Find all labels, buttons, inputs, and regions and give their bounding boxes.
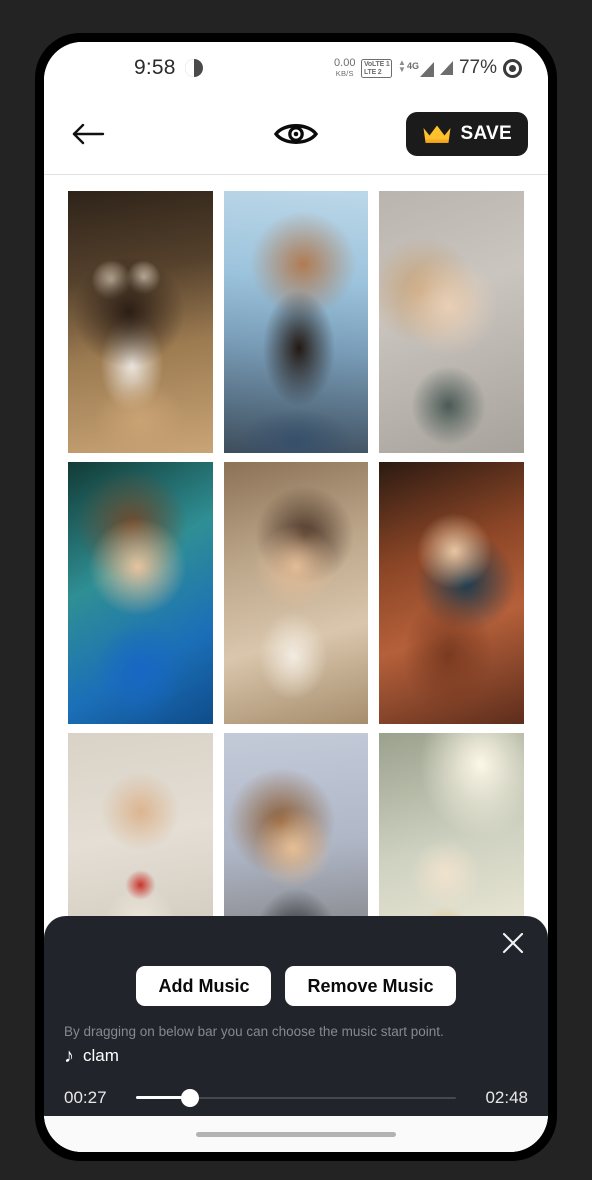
photo-grid-item[interactable]: [379, 462, 524, 724]
record-icon: [503, 58, 522, 78]
photo-6: [379, 462, 524, 724]
crown-icon: [423, 125, 451, 143]
music-start-slider[interactable]: [136, 1087, 456, 1109]
photo-grid-item[interactable]: [379, 191, 524, 453]
photo-grid-item[interactable]: [223, 191, 369, 453]
status-bar-left: 9:58: [134, 56, 203, 80]
photo-grid-item[interactable]: [68, 191, 213, 453]
save-button-label: SAVE: [460, 123, 512, 144]
eye-icon: [273, 124, 319, 144]
signal-icon-primary: ▲ ▼ 4G: [398, 59, 434, 77]
current-track: ♪ clam: [64, 1046, 119, 1066]
network-speed-indicator: 0.00 KB/S: [334, 58, 355, 78]
close-icon: [502, 932, 524, 954]
track-name: clam: [83, 1046, 119, 1065]
phone-screen: 9:58 0.00 KB/S VoLTE 1 LTE 2 ▲▼ 4G 77%: [44, 42, 548, 1152]
music-note-icon: ♪: [64, 1045, 74, 1067]
slider-thumb[interactable]: [181, 1089, 200, 1107]
music-slider-row: 00:27 02:48: [44, 1084, 548, 1112]
close-button[interactable]: [494, 924, 532, 962]
status-time: 9:58: [134, 56, 176, 79]
photo-grid-item[interactable]: [223, 462, 369, 724]
battery-percentage: 77%: [458, 57, 497, 78]
back-button[interactable]: [66, 112, 110, 156]
alarm-icon: [184, 59, 203, 77]
signal-icon-secondary: [439, 61, 453, 75]
volte-line-2: LTE 2: [363, 68, 382, 76]
music-panel: Add Music Remove Music By dragging on be…: [44, 916, 548, 1116]
save-button[interactable]: SAVE: [406, 112, 528, 156]
data-arrows-icon: ▲ ▼: [398, 58, 406, 74]
network-type-label: 4G: [406, 61, 419, 71]
photo-5: [223, 462, 369, 724]
photo-2: [223, 191, 369, 453]
remove-music-button[interactable]: Remove Music: [285, 966, 456, 1006]
preview-button[interactable]: [270, 112, 322, 156]
status-bar: 9:58 0.00 KB/S VoLTE 1 LTE 2 ▲ ▼ 4G 77%: [44, 42, 548, 94]
back-arrow-icon: [72, 123, 105, 145]
gesture-pill[interactable]: [196, 1131, 396, 1137]
signal-bars-icon: [419, 62, 434, 77]
network-speed-unit: KB/S: [335, 69, 354, 79]
photo-1: [68, 191, 213, 453]
photo-3: [379, 191, 524, 453]
phone-frame: 9:58 0.00 KB/S VoLTE 1 LTE 2 ▲▼ 4G 77%: [36, 34, 556, 1160]
photo-4: [68, 462, 213, 724]
volte-icon: VoLTE 1 LTE 2: [361, 58, 393, 78]
network-speed-value: 0.00: [334, 57, 356, 70]
music-hint-text: By dragging on below bar you can choose …: [64, 1024, 444, 1039]
system-nav-bar: [44, 1116, 548, 1152]
add-music-button[interactable]: Add Music: [136, 966, 272, 1006]
app-toolbar: SAVE: [44, 94, 548, 175]
music-action-buttons: Add Music Remove Music: [44, 966, 548, 1006]
status-bar-right: 0.00 KB/S VoLTE 1 LTE 2 ▲ ▼ 4G 77%: [334, 57, 522, 79]
music-start-time: 00:27: [64, 1088, 107, 1107]
volte-line-1: VoLTE 1: [363, 60, 390, 68]
photo-grid-item[interactable]: [68, 462, 213, 724]
music-end-time: 02:48: [485, 1088, 528, 1107]
